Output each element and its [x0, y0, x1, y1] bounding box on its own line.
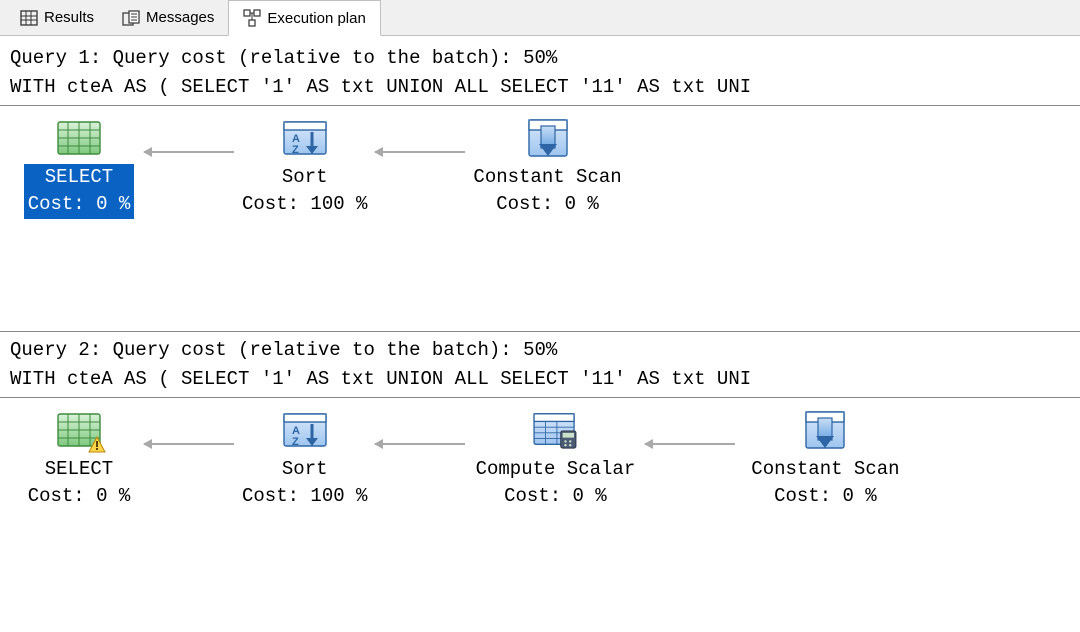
constant-scan-icon — [800, 408, 850, 452]
query-block-1: Query 1: Query cost (relative to the bat… — [0, 40, 1080, 239]
warning-icon — [88, 436, 106, 454]
select-icon — [54, 116, 104, 160]
node-cost: Cost: 0 % — [473, 191, 621, 219]
compute-scalar-icon — [530, 408, 580, 452]
node-cost: Cost: 0 % — [28, 191, 131, 219]
grid-icon — [20, 9, 38, 27]
arrow-icon — [144, 443, 234, 445]
node-name: Constant Scan — [473, 164, 621, 192]
arrow-icon — [645, 443, 735, 445]
plan-icon — [243, 9, 261, 27]
arrow-icon — [144, 151, 234, 153]
node-name: SELECT — [28, 456, 131, 484]
query-1-header: Query 1: Query cost (relative to the bat… — [0, 42, 1080, 103]
query-1-sql: WITH cteA AS ( SELECT '1' AS txt UNION A… — [10, 73, 1070, 102]
tab-results[interactable]: Results — [6, 0, 108, 35]
node-cost: Cost: 0 % — [751, 483, 899, 511]
query-2-nodes: SELECT Cost: 0 % Sort Cost: 100 % — [0, 398, 1080, 531]
arrow-icon — [375, 443, 465, 445]
sort-icon — [280, 408, 330, 452]
query-1-cost-line: Query 1: Query cost (relative to the bat… — [10, 44, 1070, 73]
node-compute-scalar[interactable]: Compute Scalar Cost: 0 % — [465, 408, 645, 511]
sort-icon — [280, 116, 330, 160]
node-cost: Cost: 100 % — [242, 483, 367, 511]
node-cost: Cost: 0 % — [28, 483, 131, 511]
node-name: Sort — [242, 164, 367, 192]
node-sort[interactable]: Sort Cost: 100 % — [234, 408, 375, 511]
node-constant-scan[interactable]: Constant Scan Cost: 0 % — [735, 408, 915, 511]
node-name: Compute Scalar — [476, 456, 636, 484]
node-sort[interactable]: Sort Cost: 100 % — [234, 116, 375, 219]
tab-execution-plan[interactable]: Execution plan — [228, 0, 380, 36]
node-cost: Cost: 0 % — [476, 483, 636, 511]
query-2-sql: WITH cteA AS ( SELECT '1' AS txt UNION A… — [10, 365, 1070, 394]
messages-icon — [122, 9, 140, 27]
query-2-header: Query 2: Query cost (relative to the bat… — [0, 334, 1080, 395]
tab-execution-plan-label: Execution plan — [267, 10, 365, 27]
node-cost: Cost: 100 % — [242, 191, 367, 219]
select-icon — [54, 408, 104, 452]
constant-scan-icon — [523, 116, 573, 160]
tab-bar: Results Messages Execution plan — [0, 0, 1080, 36]
node-select[interactable]: SELECT Cost: 0 % — [14, 116, 144, 219]
query-1-nodes: SELECT Cost: 0 % Sort Cost: 100 % — [0, 106, 1080, 239]
arrow-icon — [375, 151, 465, 153]
node-name: SELECT — [28, 164, 131, 192]
query-block-2: Query 2: Query cost (relative to the bat… — [0, 331, 1080, 531]
node-constant-scan[interactable]: Constant Scan Cost: 0 % — [465, 116, 629, 219]
tab-results-label: Results — [44, 9, 94, 26]
node-select[interactable]: SELECT Cost: 0 % — [14, 408, 144, 511]
tab-messages-label: Messages — [146, 9, 214, 26]
node-name: Constant Scan — [751, 456, 899, 484]
query-2-cost-line: Query 2: Query cost (relative to the bat… — [10, 336, 1070, 365]
node-name: Sort — [242, 456, 367, 484]
tab-messages[interactable]: Messages — [108, 0, 228, 35]
execution-plan-pane[interactable]: Query 1: Query cost (relative to the bat… — [0, 36, 1080, 531]
